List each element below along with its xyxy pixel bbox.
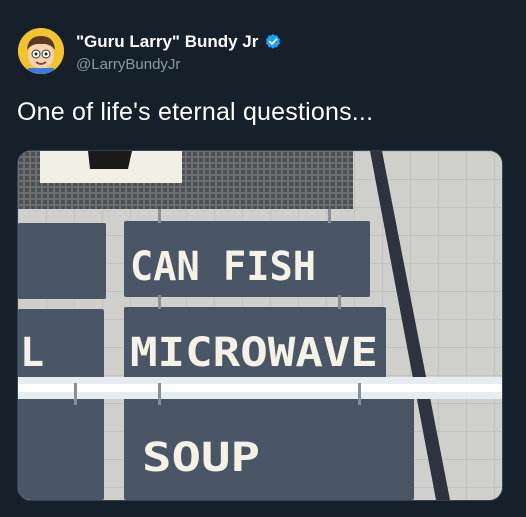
- sign-line-3: SOUP: [142, 435, 260, 481]
- sign-photo: CAN FISH MICROWAVE SOUP L: [18, 151, 502, 500]
- author-display-name[interactable]: "Guru Larry" Bundy Jr: [76, 32, 258, 52]
- sign-line-1: CAN FISH: [130, 244, 316, 290]
- tweet-photo[interactable]: CAN FISH MICROWAVE SOUP L: [17, 150, 503, 501]
- author-name-row[interactable]: "Guru Larry" Bundy Jr: [76, 32, 282, 52]
- tweet-text: One of life's eternal questions...: [17, 98, 374, 126]
- sign-line-2: MICROWAVE: [130, 330, 378, 376]
- author-handle[interactable]: @LarryBundyJr: [76, 56, 180, 73]
- verified-badge-icon: [266, 34, 281, 49]
- tweet-card[interactable]: "Guru Larry" Bundy Jr @LarryBundyJr One …: [0, 0, 526, 517]
- cartoon-avatar-icon: [18, 28, 64, 74]
- sign-edge-fragment: L: [20, 330, 44, 376]
- author-avatar[interactable]: [18, 28, 64, 74]
